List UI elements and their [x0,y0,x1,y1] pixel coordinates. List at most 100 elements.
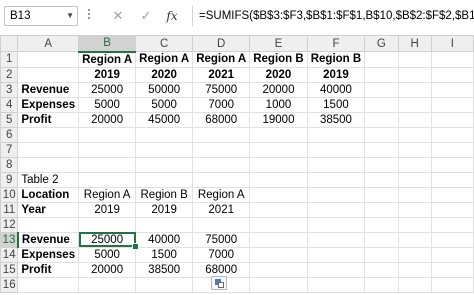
cell-e7[interactable] [249,141,308,158]
cell-c14[interactable]: 1500 [135,246,194,263]
row-header-11[interactable]: 11 [0,201,19,218]
cell-a7[interactable] [17,141,80,158]
column-header-f[interactable]: F [306,35,366,52]
cell-i6[interactable] [430,126,474,143]
column-header-e[interactable]: E [249,35,308,52]
cell-a13[interactable]: Revenue [17,231,80,248]
cell-a10[interactable]: Location [17,186,80,203]
cell-g11[interactable] [364,201,399,218]
cell-b1[interactable]: Region A [78,51,137,68]
cell-g13[interactable] [364,231,399,248]
cell-f14[interactable] [306,246,366,263]
cell-c3[interactable]: 50000 [135,81,194,98]
cell-h15[interactable] [397,261,432,278]
cell-c12[interactable] [135,216,194,233]
cell-a6[interactable] [17,126,80,143]
cell-f6[interactable] [306,126,366,143]
cell-c11[interactable]: 2019 [135,201,194,218]
insert-function-icon[interactable]: fx [162,6,182,26]
cell-i12[interactable] [430,216,474,233]
cell-f13[interactable] [306,231,366,248]
paste-options-icon[interactable] [211,276,227,290]
cell-a14[interactable]: Expenses [17,246,80,263]
name-box[interactable]: B13 ▼ [4,6,78,26]
cell-h11[interactable] [397,201,432,218]
cell-i1[interactable] [430,51,474,68]
cell-b14[interactable]: 5000 [78,246,137,263]
fill-handle[interactable] [131,243,139,250]
cell-h6[interactable] [397,126,432,143]
cell-e3[interactable]: 20000 [249,81,308,98]
row-header-4[interactable]: 4 [0,96,19,113]
cell-c7[interactable] [135,141,194,158]
cell-g2[interactable] [364,66,399,83]
cell-b8[interactable] [78,156,137,173]
cell-h7[interactable] [397,141,432,158]
cell-a15[interactable]: Profit [17,261,80,278]
cell-e5[interactable]: 19000 [249,111,308,128]
cell-d2[interactable]: 2021 [192,66,251,83]
cell-a11[interactable]: Year [17,201,80,218]
cell-e11[interactable] [249,201,308,218]
cell-c6[interactable] [135,126,194,143]
cell-i8[interactable] [430,156,474,173]
cell-f12[interactable] [306,216,366,233]
cell-e4[interactable]: 1000 [249,96,308,113]
cell-b16[interactable] [78,276,137,293]
cell-h12[interactable] [397,216,432,233]
cell-d5[interactable]: 68000 [192,111,251,128]
cell-h14[interactable] [397,246,432,263]
cell-c4[interactable]: 5000 [135,96,194,113]
cell-e12[interactable] [249,216,308,233]
cell-h8[interactable] [397,156,432,173]
cell-c15[interactable]: 38500 [135,261,194,278]
cell-i13[interactable] [430,231,474,248]
cell-f7[interactable] [306,141,366,158]
cell-g16[interactable] [364,276,399,293]
cell-g3[interactable] [364,81,399,98]
grip-icon[interactable] [88,9,92,23]
cell-h4[interactable] [397,96,432,113]
cell-g6[interactable] [364,126,399,143]
formula-input[interactable]: =SUMIFS($B$3:$F3,$B$1:$F$1,B$10,$B$2:$F$… [192,6,474,26]
cell-i2[interactable] [430,66,474,83]
cell-c8[interactable] [135,156,194,173]
cell-d11[interactable]: 2021 [192,201,251,218]
cell-i3[interactable] [430,81,474,98]
row-header-15[interactable]: 15 [0,261,19,278]
cell-b7[interactable] [78,141,137,158]
cell-d10[interactable]: Region A [192,186,251,203]
cell-f5[interactable]: 38500 [306,111,366,128]
cell-h10[interactable] [397,186,432,203]
column-header-h[interactable]: H [397,35,432,52]
cell-g4[interactable] [364,96,399,113]
row-header-16[interactable]: 16 [0,276,19,293]
cell-f9[interactable] [306,171,366,188]
cell-d12[interactable] [192,216,251,233]
row-header-12[interactable]: 12 [0,216,19,233]
cell-b6[interactable] [78,126,137,143]
cell-f8[interactable] [306,156,366,173]
cell-c2[interactable]: 2020 [135,66,194,83]
cell-i4[interactable] [430,96,474,113]
cell-c1[interactable]: Region A [135,51,194,68]
cell-d15[interactable]: 68000 [192,261,251,278]
cell-f15[interactable] [306,261,366,278]
cell-a9[interactable]: Table 2 [17,171,80,188]
enter-icon[interactable]: ✓ [136,6,156,26]
cell-b10[interactable]: Region A [78,186,137,203]
cell-b2[interactable]: 2019 [78,66,137,83]
cell-f11[interactable] [306,201,366,218]
row-header-1[interactable]: 1 [0,51,19,68]
cell-a12[interactable] [17,216,80,233]
cell-e13[interactable] [249,231,308,248]
cell-h2[interactable] [397,66,432,83]
row-header-10[interactable]: 10 [0,186,19,203]
cell-h16[interactable] [397,276,432,293]
cell-d8[interactable] [192,156,251,173]
cell-h13[interactable] [397,231,432,248]
cell-i14[interactable] [430,246,474,263]
column-header-i[interactable]: I [430,35,474,52]
cell-h9[interactable] [397,171,432,188]
cell-i11[interactable] [430,201,474,218]
